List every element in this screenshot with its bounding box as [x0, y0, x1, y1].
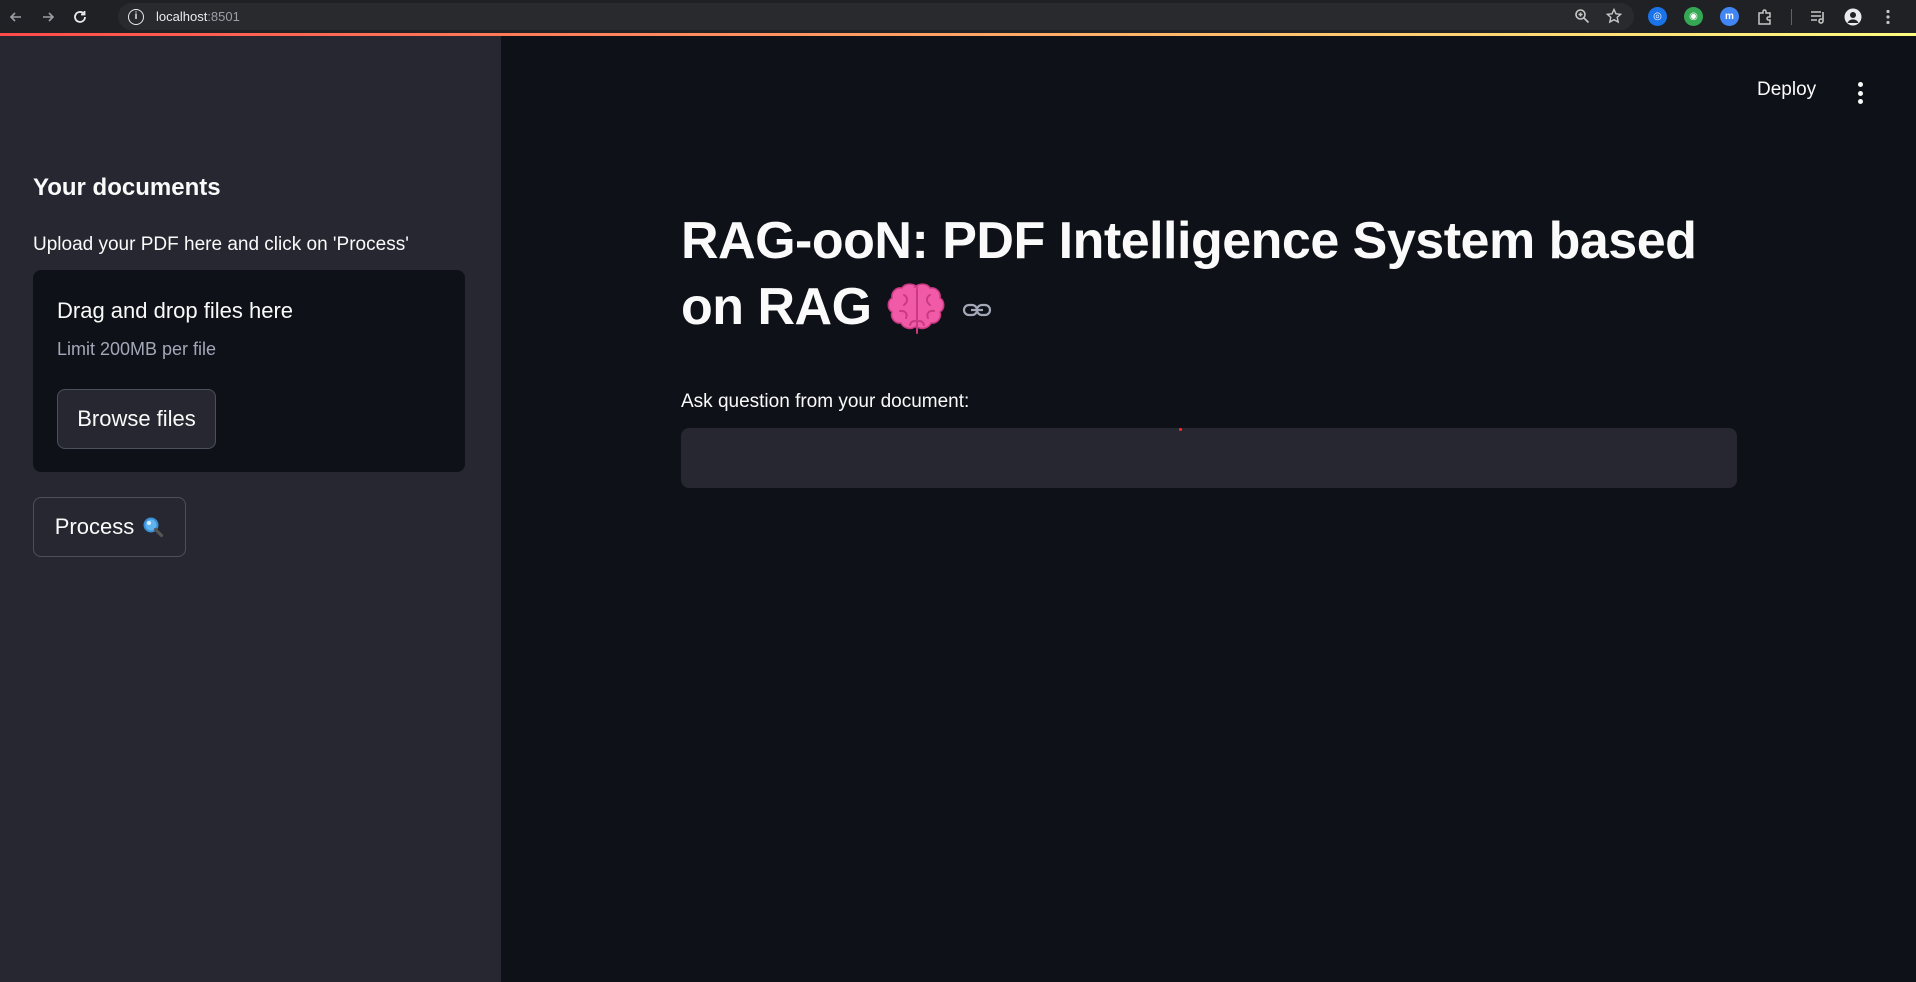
sidebar-title: Your documents: [33, 174, 221, 201]
page-title: RAG-ooN: PDF Intelligence System based o…: [681, 208, 1731, 340]
sidebar-caption: Upload your PDF here and click on 'Proce…: [33, 234, 409, 255]
extension-green-icon[interactable]: ◉: [1684, 7, 1703, 26]
site-info-icon[interactable]: i: [128, 8, 144, 25]
url-host: localhost: [156, 9, 208, 24]
page-title-text: RAG-ooN: PDF Intelligence System based o…: [681, 212, 1697, 336]
focus-indicator: [1179, 428, 1182, 431]
reload-icon[interactable]: [64, 0, 96, 33]
forward-arrow-icon[interactable]: [32, 0, 64, 33]
process-button[interactable]: Process: [33, 497, 186, 557]
link-anchor-icon[interactable]: [962, 300, 992, 320]
sidebar: Your documents Upload your PDF here and …: [0, 36, 501, 982]
zoom-icon[interactable]: [1574, 8, 1590, 24]
question-label: Ask question from your document:: [681, 391, 970, 412]
brain-icon: [887, 283, 945, 335]
address-bar[interactable]: i localhost:8501: [118, 3, 1634, 30]
app-menu-icon[interactable]: [1850, 82, 1870, 104]
bookmark-star-icon[interactable]: [1606, 8, 1622, 24]
process-button-label: Process: [54, 514, 135, 539]
url-port: :8501: [207, 9, 240, 24]
magnifying-glass-icon: [143, 517, 164, 538]
browse-files-button[interactable]: Browse files: [57, 389, 216, 449]
profile-avatar-icon[interactable]: [1844, 8, 1862, 26]
extension-blue-icon[interactable]: ◎: [1648, 7, 1667, 26]
file-dropzone[interactable]: Drag and drop files here Limit 200MB per…: [33, 270, 465, 472]
question-input[interactable]: [681, 428, 1737, 488]
toolbar-divider: [1791, 8, 1792, 25]
deploy-button[interactable]: Deploy: [1757, 79, 1816, 101]
extensions-bar: ◎ ◉ m: [1648, 7, 1897, 26]
back-arrow-icon[interactable]: [0, 0, 32, 33]
extension-indigo-icon[interactable]: m: [1720, 7, 1739, 26]
dropzone-title: Drag and drop files here: [57, 298, 294, 323]
main-area: Deploy RAG-ooN: PDF Intelligence System …: [501, 36, 1916, 982]
reading-list-icon[interactable]: [1809, 8, 1827, 26]
puzzle-piece-icon[interactable]: [1756, 8, 1774, 26]
browser-menu-icon[interactable]: [1879, 8, 1897, 26]
dropzone-limit: Limit 200MB per file: [57, 339, 217, 359]
